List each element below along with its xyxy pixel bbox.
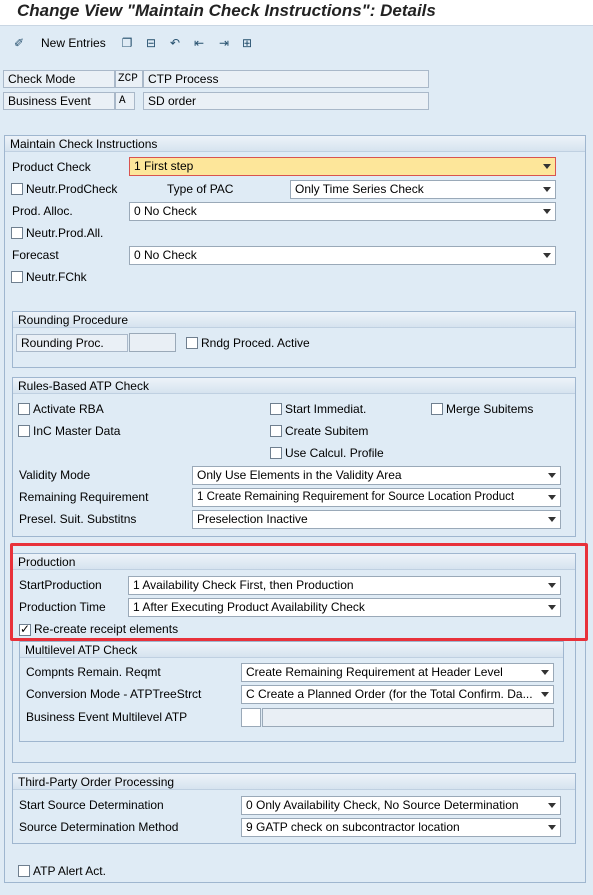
neutr-prodcheck-checkbox[interactable] xyxy=(11,183,23,195)
neutr-prodcheck-label: Neutr.ProdCheck xyxy=(26,182,118,196)
remaining-req-dropdown[interactable]: 1 Create Remaining Requirement for Sourc… xyxy=(192,488,561,507)
type-of-pac-label: Type of PAC xyxy=(167,182,234,196)
create-subitem-label: Create Subitem xyxy=(285,424,369,438)
select-block-icon[interactable]: ⊞ xyxy=(239,35,255,51)
third-party-title: Third-Party Order Processing xyxy=(13,774,575,790)
previous-entry-icon[interactable]: ⇤ xyxy=(191,35,207,51)
production-time-dropdown[interactable]: 1 After Executing Product Availability C… xyxy=(128,598,561,617)
check-mode-code: ZCP xyxy=(115,70,143,88)
neutr-fchk-label: Neutr.FChk xyxy=(26,270,87,284)
product-check-value: 1 First step xyxy=(134,159,194,173)
type-of-pac-value: Only Time Series Check xyxy=(295,182,424,196)
delete-icon[interactable]: ⊟ xyxy=(143,35,159,51)
remaining-req-value: 1 Create Remaining Requirement for Sourc… xyxy=(197,491,515,503)
compnts-label: Compnts Remain. Reqmt xyxy=(26,665,161,679)
merge-subitems-label: Merge Subitems xyxy=(446,402,534,416)
conversion-mode-value: C Create a Planned Order (for the Total … xyxy=(246,687,533,701)
neutr-prod-all-checkbox[interactable] xyxy=(11,227,23,239)
source-det-method-label: Source Determination Method xyxy=(19,820,179,834)
start-production-label: StartProduction xyxy=(19,578,102,592)
multilevel-title: Multilevel ATP Check xyxy=(20,642,563,658)
next-entry-icon[interactable]: ⇥ xyxy=(216,35,232,51)
production-time-value: 1 After Executing Product Availability C… xyxy=(133,600,365,614)
start-production-dropdown[interactable]: 1 Availability Check First, then Product… xyxy=(128,576,561,595)
prod-alloc-label: Prod. Alloc. xyxy=(12,204,73,218)
atp-alert-checkbox[interactable] xyxy=(18,865,30,877)
forecast-dropdown[interactable]: 0 No Check xyxy=(129,246,556,265)
atp-alert-label: ATP Alert Act. xyxy=(33,864,106,878)
conversion-mode-label: Conversion Mode - ATPTreeStrct xyxy=(26,687,202,701)
product-check-label: Product Check xyxy=(12,160,91,174)
bizevent-multilevel-code-input[interactable] xyxy=(241,708,261,727)
source-det-method-value: 9 GATP check on subcontractor location xyxy=(246,820,460,834)
start-source-det-dropdown[interactable]: 0 Only Availability Check, No Source Det… xyxy=(241,796,561,815)
recreate-receipt-checkbox[interactable] xyxy=(19,622,31,636)
production-time-label: Production Time xyxy=(19,600,106,614)
create-subitem-checkbox[interactable] xyxy=(270,425,282,437)
validity-mode-value: Only Use Elements in the Validity Area xyxy=(197,468,402,482)
compnts-dropdown[interactable]: Create Remaining Requirement at Header L… xyxy=(241,663,554,682)
neutr-fchk-checkbox[interactable] xyxy=(11,271,23,283)
prod-alloc-dropdown[interactable]: 0 No Check xyxy=(129,202,556,221)
glasses-icon[interactable]: ✐ xyxy=(11,35,27,51)
forecast-value: 0 No Check xyxy=(134,248,197,262)
recreate-receipt-label: Re-create receipt elements xyxy=(34,622,179,636)
start-immediat-label: Start Immediat. xyxy=(285,402,367,416)
copy-icon[interactable]: ❐ xyxy=(119,35,135,51)
type-of-pac-dropdown[interactable]: Only Time Series Check xyxy=(290,180,556,199)
business-event-label: Business Event xyxy=(3,92,115,110)
new-entries-button[interactable]: New Entries xyxy=(41,36,106,50)
presel-value: Preselection Inactive xyxy=(197,512,308,526)
compnts-value: Create Remaining Requirement at Header L… xyxy=(246,665,503,679)
validity-mode-dropdown[interactable]: Only Use Elements in the Validity Area xyxy=(192,466,561,485)
rounding-title: Rounding Procedure xyxy=(13,312,575,328)
use-calcul-checkbox[interactable] xyxy=(270,447,282,459)
presel-label: Presel. Suit. Substitns xyxy=(19,512,137,526)
bizevent-multilevel-desc-field xyxy=(262,708,554,727)
neutr-prod-all-label: Neutr.Prod.All. xyxy=(26,226,104,240)
validity-mode-label: Validity Mode xyxy=(19,468,91,482)
prod-alloc-value: 0 No Check xyxy=(134,204,197,218)
start-source-det-value: 0 Only Availability Check, No Source Det… xyxy=(246,798,519,812)
merge-subitems-checkbox[interactable] xyxy=(431,403,443,415)
inc-master-checkbox[interactable] xyxy=(18,425,30,437)
activate-rba-label: Activate RBA xyxy=(33,402,104,416)
rndg-active-checkbox[interactable] xyxy=(186,337,198,349)
maintain-check-title: Maintain Check Instructions xyxy=(5,136,585,152)
use-calcul-label: Use Calcul. Profile xyxy=(285,446,384,460)
presel-dropdown[interactable]: Preselection Inactive xyxy=(192,510,561,529)
inc-master-label: InC Master Data xyxy=(33,424,121,438)
toolbar: ✐ New Entries ❐ ⊟ ↶ ⇤ ⇥ ⊞ xyxy=(0,27,593,59)
source-det-method-dropdown[interactable]: 9 GATP check on subcontractor location xyxy=(241,818,561,837)
start-immediat-checkbox[interactable] xyxy=(270,403,282,415)
conversion-mode-dropdown[interactable]: C Create a Planned Order (for the Total … xyxy=(241,685,554,704)
remaining-req-label: Remaining Requirement xyxy=(19,490,149,504)
undo-icon[interactable]: ↶ xyxy=(167,35,183,51)
rounding-proc-label: Rounding Proc. xyxy=(16,334,128,352)
forecast-label: Forecast xyxy=(12,248,59,262)
rndg-active-label: Rndg Proced. Active xyxy=(201,336,310,350)
title-bar: Change View "Maintain Check Instructions… xyxy=(0,0,593,26)
check-mode-label: Check Mode xyxy=(3,70,115,88)
check-mode-desc: CTP Process xyxy=(143,70,429,88)
production-title: Production xyxy=(13,554,575,570)
rounding-proc-input[interactable] xyxy=(129,333,176,352)
business-event-desc: SD order xyxy=(143,92,429,110)
bizevent-multilevel-label: Business Event Multilevel ATP xyxy=(26,710,188,724)
product-check-dropdown[interactable]: 1 First step xyxy=(129,157,556,176)
activate-rba-checkbox[interactable] xyxy=(18,403,30,415)
rba-title: Rules-Based ATP Check xyxy=(13,378,575,394)
business-event-code: A xyxy=(115,92,135,110)
start-source-det-label: Start Source Determination xyxy=(19,798,164,812)
start-production-value: 1 Availability Check First, then Product… xyxy=(133,578,354,592)
page-title: Change View "Maintain Check Instructions… xyxy=(17,1,436,20)
